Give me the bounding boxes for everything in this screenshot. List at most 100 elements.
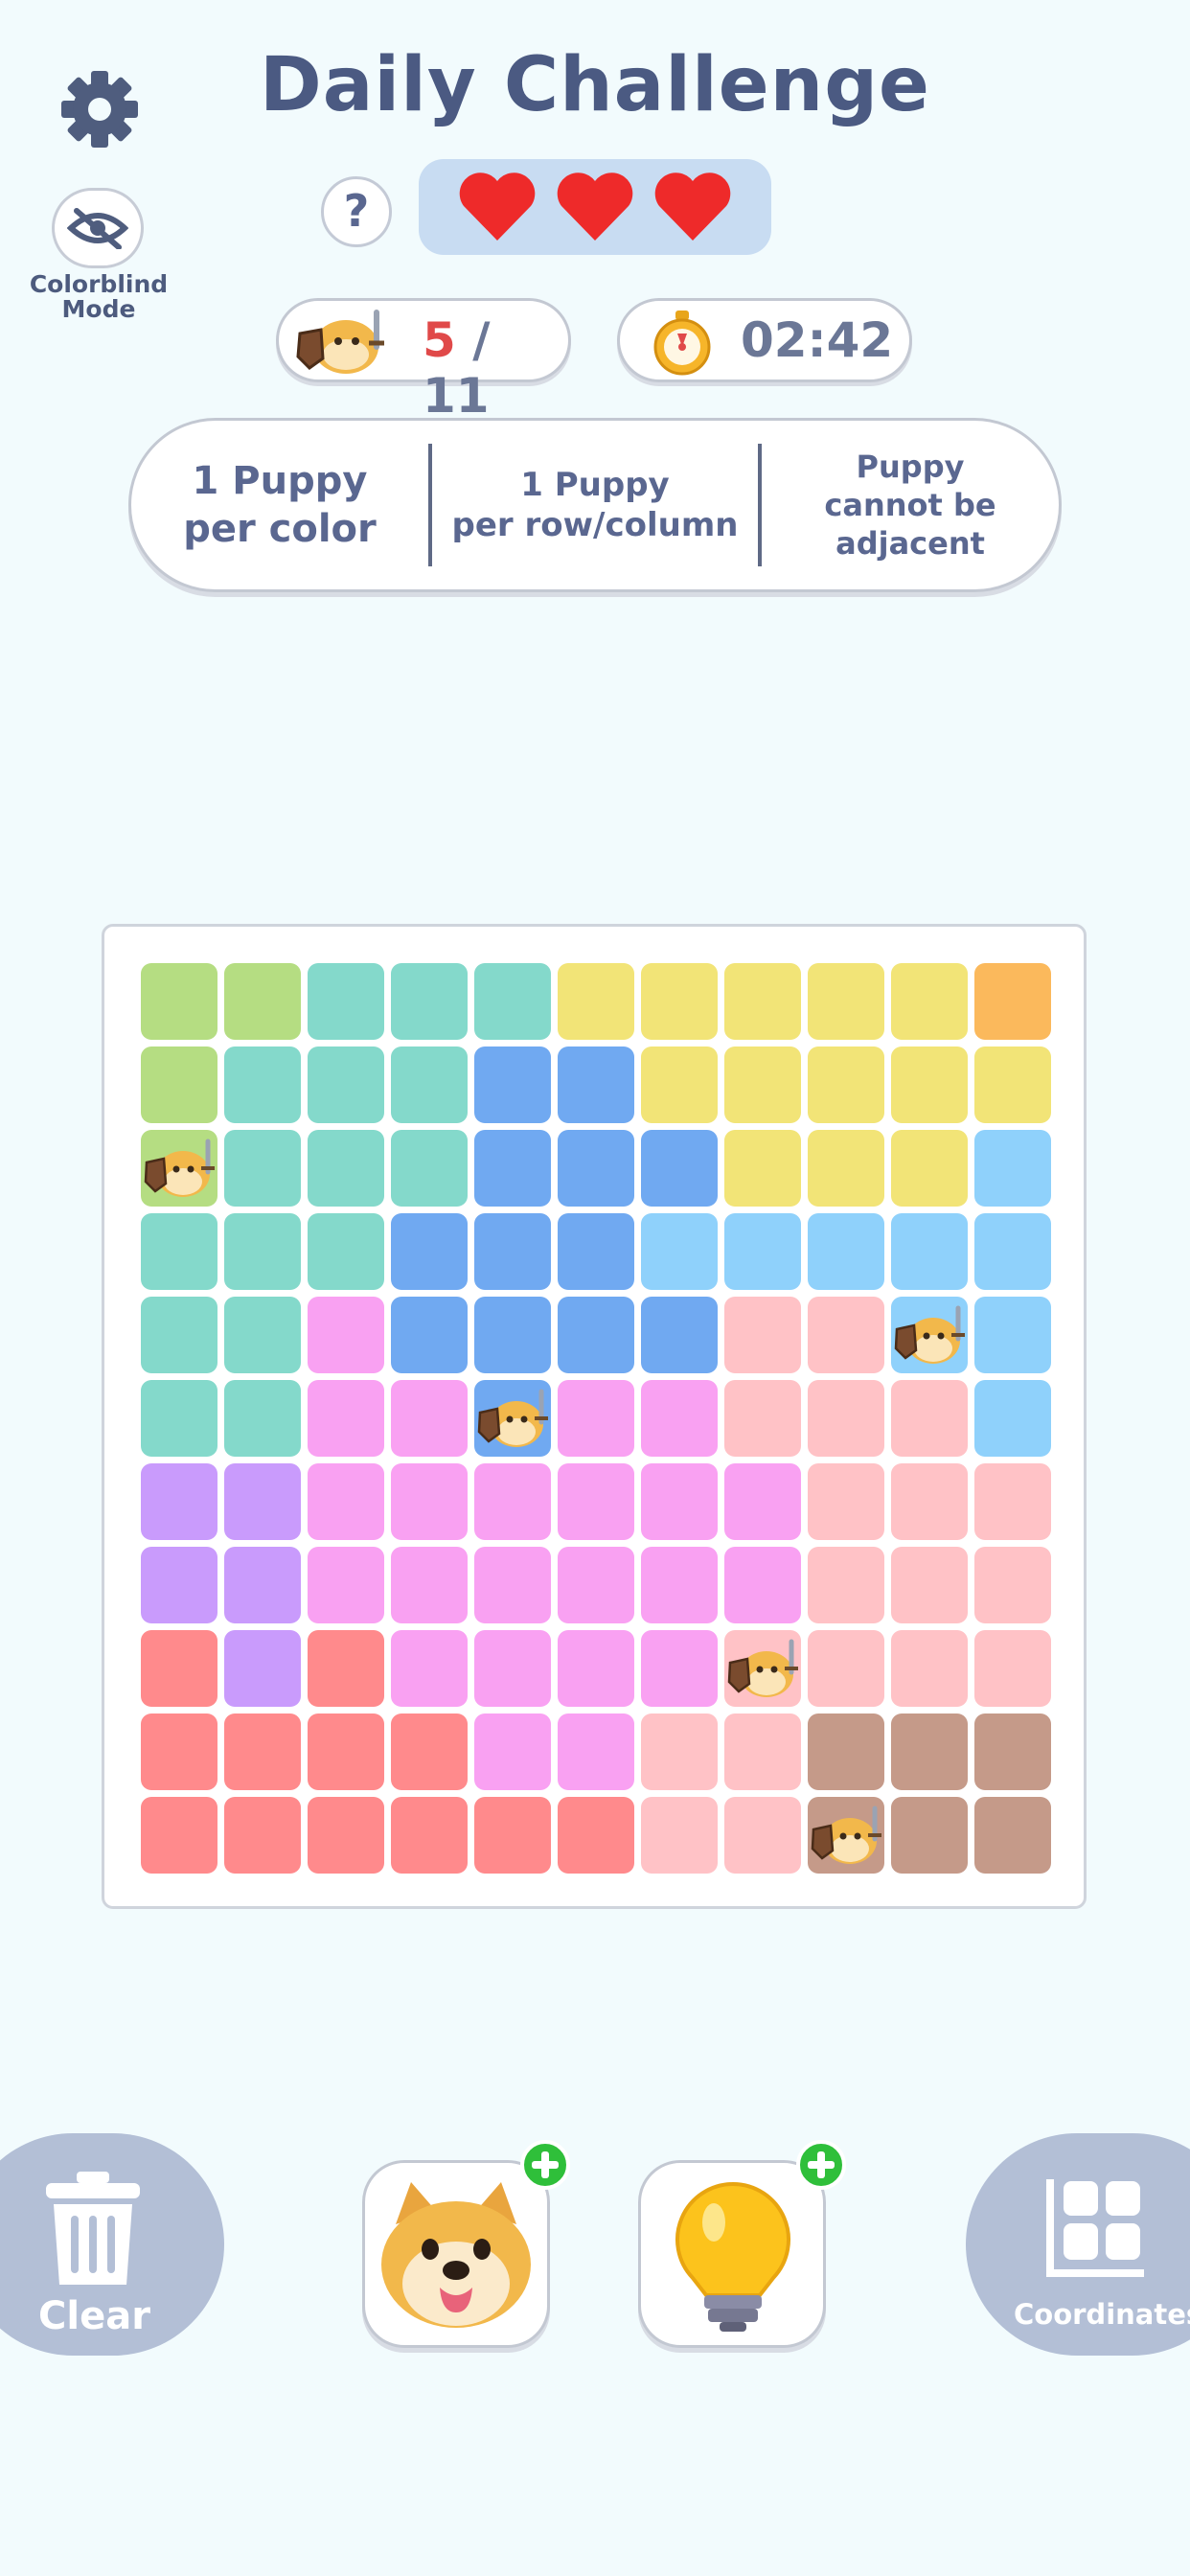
- board-cell[interactable]: [641, 1130, 718, 1207]
- board-cell[interactable]: [808, 1380, 884, 1457]
- board-cell[interactable]: [558, 1463, 634, 1540]
- board-cell[interactable]: [641, 1463, 718, 1540]
- board-cell[interactable]: [141, 1213, 217, 1290]
- board-cell[interactable]: [641, 1797, 718, 1874]
- board-cell[interactable]: [224, 1213, 301, 1290]
- board-cell[interactable]: [474, 1380, 551, 1457]
- board-cell[interactable]: [808, 963, 884, 1040]
- board-cell[interactable]: [224, 1630, 301, 1707]
- board-cell[interactable]: [641, 1380, 718, 1457]
- board-cell[interactable]: [891, 1297, 968, 1373]
- board-cell[interactable]: [724, 1380, 801, 1457]
- help-button[interactable]: ?: [321, 176, 392, 247]
- board-cell[interactable]: [141, 1547, 217, 1623]
- board-cell[interactable]: [974, 1380, 1051, 1457]
- board-cell[interactable]: [808, 1130, 884, 1207]
- board-cell[interactable]: [224, 1297, 301, 1373]
- board-cell[interactable]: [308, 963, 384, 1040]
- board-cell[interactable]: [558, 1130, 634, 1207]
- board-cell[interactable]: [391, 1297, 468, 1373]
- board-cell[interactable]: [891, 1380, 968, 1457]
- board-cell[interactable]: [141, 1714, 217, 1790]
- board-cell[interactable]: [641, 1547, 718, 1623]
- board-cell[interactable]: [974, 1463, 1051, 1540]
- board-cell[interactable]: [724, 963, 801, 1040]
- board-cell[interactable]: [391, 963, 468, 1040]
- board-cell[interactable]: [224, 1797, 301, 1874]
- board-cell[interactable]: [308, 1463, 384, 1540]
- board-cell[interactable]: [891, 1213, 968, 1290]
- board-cell[interactable]: [724, 1297, 801, 1373]
- board-cell[interactable]: [308, 1213, 384, 1290]
- board-cell[interactable]: [808, 1714, 884, 1790]
- board-cell[interactable]: [391, 1714, 468, 1790]
- board-cell[interactable]: [391, 1213, 468, 1290]
- board-cell[interactable]: [141, 963, 217, 1040]
- board-cell[interactable]: [141, 1797, 217, 1874]
- board-cell[interactable]: [224, 1380, 301, 1457]
- board-cell[interactable]: [391, 1463, 468, 1540]
- board-cell[interactable]: [641, 963, 718, 1040]
- board-cell[interactable]: [891, 1714, 968, 1790]
- board-cell[interactable]: [474, 1297, 551, 1373]
- board-cell[interactable]: [558, 1380, 634, 1457]
- board-cell[interactable]: [474, 1630, 551, 1707]
- board-cell[interactable]: [891, 1463, 968, 1540]
- board-cell[interactable]: [974, 1213, 1051, 1290]
- board-cell[interactable]: [474, 963, 551, 1040]
- board-cell[interactable]: [308, 1046, 384, 1123]
- board-cell[interactable]: [558, 1714, 634, 1790]
- board-cell[interactable]: [474, 1797, 551, 1874]
- board-cell[interactable]: [641, 1630, 718, 1707]
- board-cell[interactable]: [558, 963, 634, 1040]
- board-cell[interactable]: [558, 1213, 634, 1290]
- board-cell[interactable]: [474, 1130, 551, 1207]
- board-cell[interactable]: [474, 1463, 551, 1540]
- board-cell[interactable]: [724, 1213, 801, 1290]
- board-cell[interactable]: [891, 1046, 968, 1123]
- board-cell[interactable]: [974, 1547, 1051, 1623]
- board-cell[interactable]: [891, 1130, 968, 1207]
- board-cell[interactable]: [974, 1046, 1051, 1123]
- board-cell[interactable]: [141, 1463, 217, 1540]
- board-cell[interactable]: [724, 1630, 801, 1707]
- board-cell[interactable]: [141, 1046, 217, 1123]
- board-cell[interactable]: [558, 1630, 634, 1707]
- board-cell[interactable]: [558, 1797, 634, 1874]
- board-cell[interactable]: [141, 1380, 217, 1457]
- board-cell[interactable]: [808, 1213, 884, 1290]
- board-cell[interactable]: [808, 1797, 884, 1874]
- board-cell[interactable]: [808, 1547, 884, 1623]
- board-cell[interactable]: [224, 1463, 301, 1540]
- board-cell[interactable]: [391, 1547, 468, 1623]
- board-cell[interactable]: [308, 1547, 384, 1623]
- board-cell[interactable]: [724, 1046, 801, 1123]
- board-cell[interactable]: [308, 1130, 384, 1207]
- board-cell[interactable]: [308, 1297, 384, 1373]
- board-cell[interactable]: [808, 1630, 884, 1707]
- board-cell[interactable]: [974, 963, 1051, 1040]
- board-cell[interactable]: [641, 1046, 718, 1123]
- board-cell[interactable]: [558, 1547, 634, 1623]
- board-cell[interactable]: [391, 1630, 468, 1707]
- board-cell[interactable]: [224, 963, 301, 1040]
- board-cell[interactable]: [974, 1130, 1051, 1207]
- board-cell[interactable]: [974, 1630, 1051, 1707]
- board-cell[interactable]: [474, 1213, 551, 1290]
- board-cell[interactable]: [224, 1046, 301, 1123]
- board-cell[interactable]: [724, 1547, 801, 1623]
- board-cell[interactable]: [974, 1797, 1051, 1874]
- board-cell[interactable]: [224, 1547, 301, 1623]
- board-cell[interactable]: [391, 1130, 468, 1207]
- board-cell[interactable]: [391, 1380, 468, 1457]
- board-cell[interactable]: [391, 1046, 468, 1123]
- board-cell[interactable]: [724, 1714, 801, 1790]
- clear-button[interactable]: Clear: [0, 2133, 224, 2356]
- board-cell[interactable]: [891, 963, 968, 1040]
- board-cell[interactable]: [308, 1380, 384, 1457]
- board-cell[interactable]: [141, 1130, 217, 1207]
- board-cell[interactable]: [224, 1714, 301, 1790]
- board-cell[interactable]: [808, 1463, 884, 1540]
- hint-powerup-button[interactable]: [638, 2140, 846, 2348]
- colorblind-mode-button[interactable]: [52, 188, 144, 268]
